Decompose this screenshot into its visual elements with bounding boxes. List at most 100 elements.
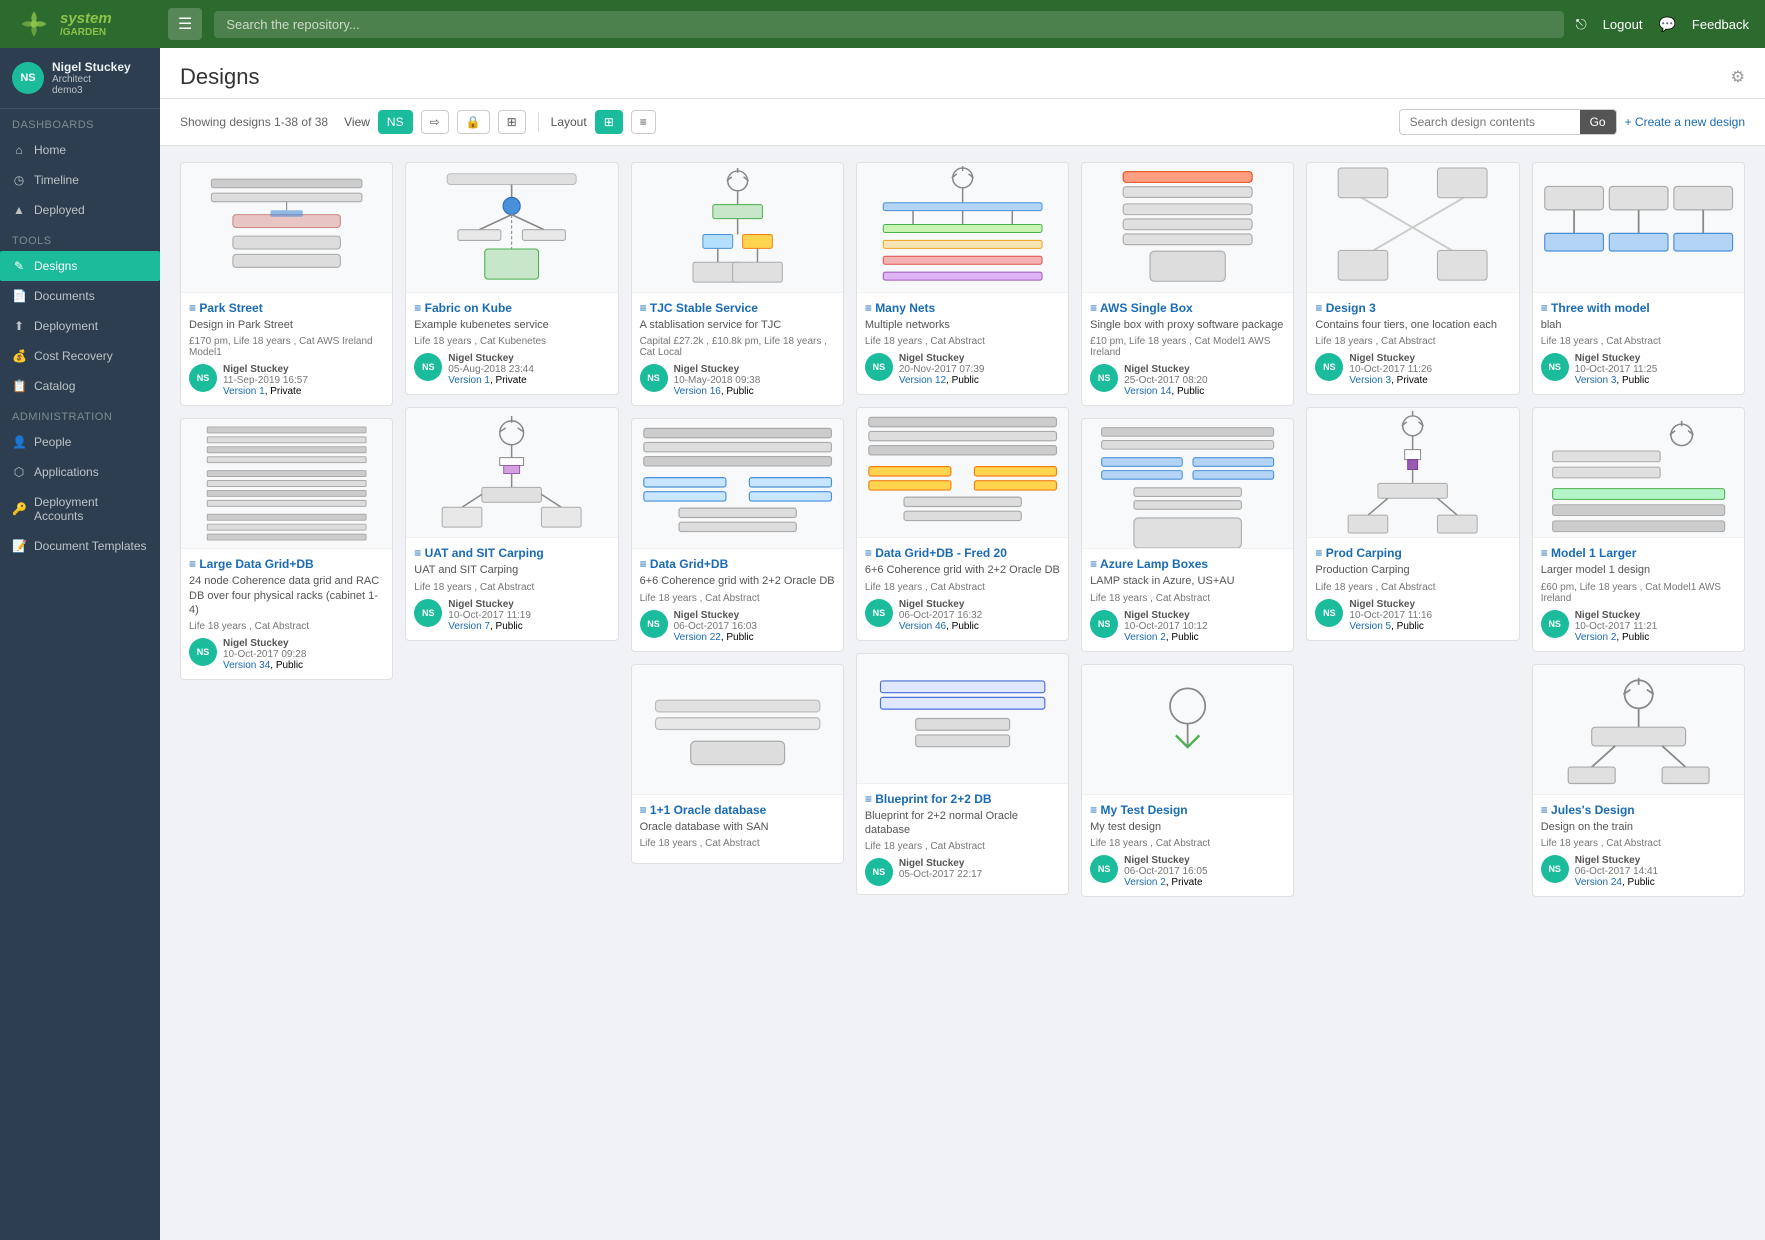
version-link[interactable]: Version 1 bbox=[448, 375, 490, 386]
view-ns-btn[interactable]: NS bbox=[378, 110, 413, 134]
card-thumb bbox=[1533, 665, 1744, 795]
card-title[interactable]: UAT and SIT Carping bbox=[414, 546, 609, 560]
author-avatar: NS bbox=[1541, 610, 1569, 638]
card-body: Fabric on Kube Example kubenetes service… bbox=[406, 293, 617, 394]
card-title[interactable]: Three with model bbox=[1541, 301, 1736, 315]
documents-icon: 📄 bbox=[12, 289, 26, 303]
card-meta: Life 18 years , Cat Kubenetes bbox=[414, 336, 609, 347]
card-body: AWS Single Box Single box with proxy sof… bbox=[1082, 293, 1293, 405]
version-link[interactable]: Version 22 bbox=[674, 632, 721, 643]
card-date: 05-Aug-2018 23:44 bbox=[448, 364, 534, 375]
card-date: 11-Sep-2019 16:57 bbox=[223, 375, 308, 386]
layout-grid-btn[interactable]: ⊞ bbox=[595, 110, 623, 134]
card-title[interactable]: Design 3 bbox=[1315, 301, 1510, 315]
sidebar-item-deployment-accounts[interactable]: 🔑Deployment Accounts bbox=[0, 487, 160, 531]
toolbar-separator-1 bbox=[538, 112, 539, 132]
card-title[interactable]: Fabric on Kube bbox=[414, 301, 609, 315]
card-version: Version 1, Private bbox=[448, 375, 534, 386]
card-three-with-model: Three with model blah Life 18 years , Ca… bbox=[1532, 162, 1745, 395]
sidebar-item-catalog[interactable]: 📋Catalog bbox=[0, 371, 160, 401]
showing-text: Showing designs 1-38 of 38 bbox=[180, 115, 328, 129]
card-date: 10-Oct-2017 10:12 bbox=[1124, 621, 1207, 632]
card-version: Version 2, Public bbox=[1575, 632, 1658, 643]
card-date: 06-Oct-2017 14:41 bbox=[1575, 866, 1658, 877]
card-desc: My test design bbox=[1090, 820, 1285, 834]
card-meta: Life 18 years , Cat Abstract bbox=[1090, 593, 1285, 604]
sidebar-item-applications[interactable]: ⬡Applications bbox=[0, 457, 160, 487]
hamburger-menu[interactable]: ☰ bbox=[168, 8, 202, 40]
sidebar-item-deployment-accounts-label: Deployment Accounts bbox=[34, 495, 148, 523]
author-avatar: NS bbox=[189, 638, 217, 666]
sidebar-item-designs[interactable]: ✎Designs bbox=[0, 251, 160, 281]
layout-list-btn[interactable]: ≡ bbox=[631, 110, 656, 134]
feedback-icon: 💬 bbox=[1658, 16, 1675, 33]
user-profile[interactable]: NS Nigel Stuckey Architect demo3 bbox=[0, 48, 160, 109]
author-name: Nigel Stuckey bbox=[1124, 610, 1207, 621]
designs-grid-area: Park Street Design in Park Street £170 p… bbox=[160, 146, 1765, 1240]
card-title[interactable]: Large Data Grid+DB bbox=[189, 557, 384, 571]
sidebar-item-deployed[interactable]: ▲Deployed bbox=[0, 195, 160, 225]
view-share-btn[interactable]: ⇨ bbox=[421, 110, 449, 134]
sidebar-item-documents[interactable]: 📄Documents bbox=[0, 281, 160, 311]
card-title[interactable]: AWS Single Box bbox=[1090, 301, 1285, 315]
card-title[interactable]: 1+1 Oracle database bbox=[640, 803, 835, 817]
design-search-box: Go bbox=[1399, 109, 1617, 135]
card-title[interactable]: Park Street bbox=[189, 301, 384, 315]
sidebar-item-deployment[interactable]: ⬆Deployment bbox=[0, 311, 160, 341]
top-navigation: system /GARDEN ☰ ⎋ Logout 💬 Feedback bbox=[0, 0, 1765, 48]
version-link[interactable]: Version 2 bbox=[1575, 632, 1617, 643]
card-body: Design 3 Contains four tiers, one locati… bbox=[1307, 293, 1518, 394]
create-design-button[interactable]: + Create a new design bbox=[1625, 115, 1745, 129]
version-link[interactable]: Version 34 bbox=[223, 660, 270, 671]
sidebar-item-cost-recovery[interactable]: 💰Cost Recovery bbox=[0, 341, 160, 371]
card-title[interactable]: Azure Lamp Boxes bbox=[1090, 557, 1285, 571]
card-body: Park Street Design in Park Street £170 p… bbox=[181, 293, 392, 405]
card-title[interactable]: Blueprint for 2+2 DB bbox=[865, 792, 1060, 806]
version-link[interactable]: Version 2 bbox=[1124, 877, 1166, 888]
version-link[interactable]: Version 5 bbox=[1349, 621, 1391, 632]
card-thumb bbox=[181, 419, 392, 549]
sidebar-item-home[interactable]: ⌂Home bbox=[0, 135, 160, 165]
version-link[interactable]: Version 14 bbox=[1124, 386, 1171, 397]
card-title[interactable]: Data Grid+DB bbox=[640, 557, 835, 571]
version-link[interactable]: Version 24 bbox=[1575, 877, 1622, 888]
card-title[interactable]: My Test Design bbox=[1090, 803, 1285, 817]
card-author-info: Nigel Stuckey 06-Oct-2017 16:32 Version … bbox=[899, 599, 982, 632]
version-link[interactable]: Version 46 bbox=[899, 621, 946, 632]
design-search-input[interactable] bbox=[1400, 110, 1580, 134]
repository-search[interactable] bbox=[214, 11, 1563, 38]
card-author-info: Nigel Stuckey 11-Sep-2019 16:57 Version … bbox=[223, 364, 308, 397]
sidebar-item-cost-label: Cost Recovery bbox=[34, 349, 113, 363]
search-go-button[interactable]: Go bbox=[1580, 110, 1616, 134]
card-tjc-stable: TJC Stable Service A stablisation servic… bbox=[631, 162, 844, 406]
sidebar-item-people[interactable]: 👤People bbox=[0, 427, 160, 457]
card-body: Data Grid+DB - Fred 20 6+6 Coherence gri… bbox=[857, 538, 1068, 639]
card-thumb bbox=[1307, 163, 1518, 293]
version-link[interactable]: Version 1 bbox=[223, 386, 265, 397]
card-title[interactable]: Model 1 Larger bbox=[1541, 546, 1736, 560]
view-lock-btn[interactable]: 🔒 bbox=[457, 110, 490, 134]
settings-icon[interactable]: ⚙ bbox=[1731, 67, 1745, 87]
card-title[interactable]: TJC Stable Service bbox=[640, 301, 835, 315]
card-footer: NS Nigel Stuckey 10-Oct-2017 11:25 Versi… bbox=[1541, 353, 1736, 386]
feedback-link[interactable]: Feedback bbox=[1692, 17, 1749, 32]
version-link[interactable]: Version 16 bbox=[674, 386, 721, 397]
card-title[interactable]: Prod Carping bbox=[1315, 546, 1510, 560]
version-link[interactable]: Version 12 bbox=[899, 375, 946, 386]
view-group-btn[interactable]: ⊞ bbox=[498, 110, 526, 134]
card-desc: Oracle database with SAN bbox=[640, 820, 835, 834]
version-link[interactable]: Version 7 bbox=[448, 621, 490, 632]
version-link[interactable]: Version 3 bbox=[1575, 375, 1617, 386]
sidebar-item-timeline[interactable]: ◷Timeline bbox=[0, 165, 160, 195]
sidebar-item-document-templates[interactable]: 📝Document Templates bbox=[0, 531, 160, 561]
logout-link[interactable]: Logout bbox=[1603, 17, 1643, 32]
card-footer: NS Nigel Stuckey 06-Oct-2017 16:32 Versi… bbox=[865, 599, 1060, 632]
card-body: Model 1 Larger Larger model 1 design £60… bbox=[1533, 538, 1744, 650]
version-link[interactable]: Version 2 bbox=[1124, 632, 1166, 643]
card-title[interactable]: Jules's Design bbox=[1541, 803, 1736, 817]
card-title[interactable]: Many Nets bbox=[865, 301, 1060, 315]
version-link[interactable]: Version 3 bbox=[1349, 375, 1391, 386]
card-title[interactable]: Data Grid+DB - Fred 20 bbox=[865, 546, 1060, 560]
author-name: Nigel Stuckey bbox=[1349, 353, 1432, 364]
card-thumb bbox=[1533, 408, 1744, 538]
